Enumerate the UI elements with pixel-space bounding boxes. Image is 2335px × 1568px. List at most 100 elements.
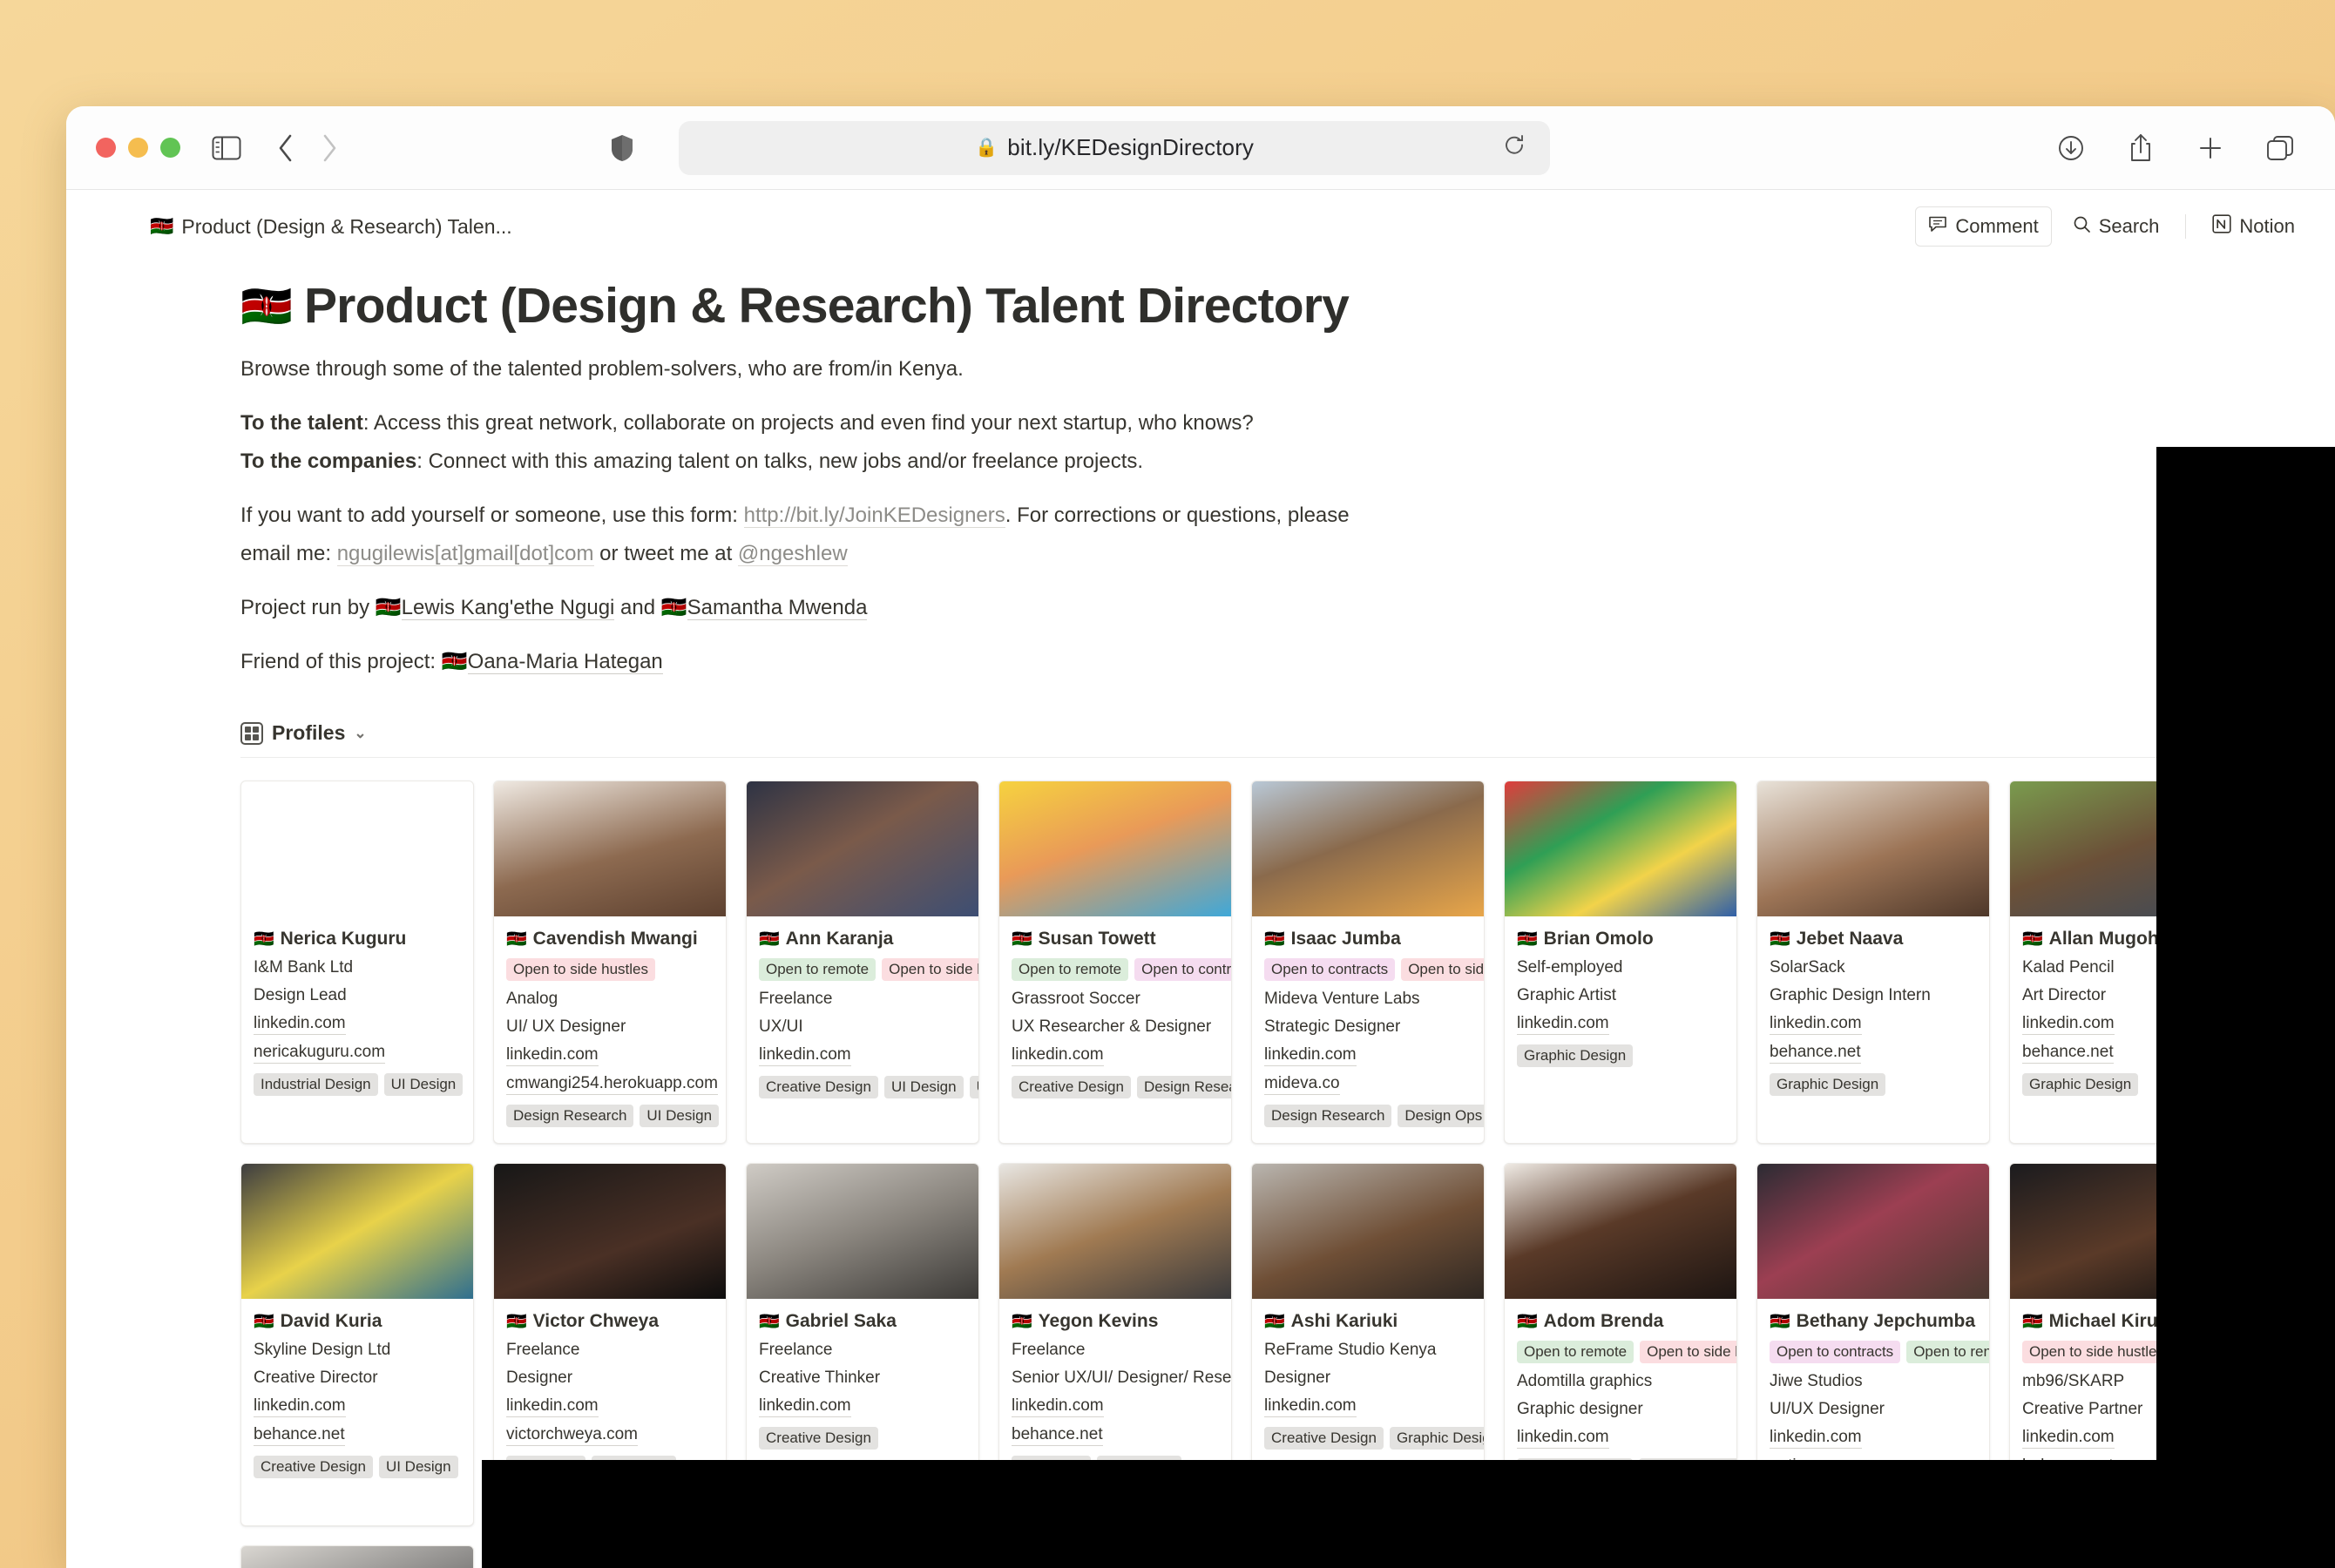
availability-pill: Open to side h: [1640, 1341, 1736, 1363]
reload-icon[interactable]: [1503, 133, 1526, 162]
profile-link[interactable]: linkedin.com: [1264, 1045, 1357, 1066]
email-link[interactable]: ngugilewis[at]gmail[dot]com: [336, 542, 594, 566]
profile-link[interactable]: victorchweya.com: [506, 1425, 638, 1446]
grid-view-icon: [240, 721, 263, 745]
run-by-paragraph: Project run by 🇰🇪Lewis Kang'ethe Ngugi a…: [240, 592, 2248, 624]
profile-company: SolarSack: [1770, 958, 1845, 977]
breadcrumb[interactable]: 🇰🇪 Product (Design & Research) Talen...: [150, 215, 512, 239]
profile-link-row: linkedin.com: [1012, 1045, 1219, 1074]
profile-link[interactable]: linkedin.com: [1770, 1428, 1862, 1449]
kenya-flag-icon: 🇰🇪: [1012, 930, 1032, 949]
profile-name: 🇰🇪 David Kuria: [254, 1311, 461, 1332]
profile-link[interactable]: mideva.co: [1264, 1074, 1340, 1095]
profile-link[interactable]: cmwangi254.herokuapp.com: [506, 1074, 718, 1095]
back-icon[interactable]: [266, 128, 306, 168]
notion-label: Notion: [2239, 215, 2295, 237]
lewis-link[interactable]: Lewis Kang'ethe Ngugi: [401, 596, 615, 620]
page-title: 🇰🇪 Product (Design & Research) Talent Di…: [240, 277, 2248, 335]
availability-pill: Open to contr: [1134, 958, 1231, 981]
profile-card[interactable]: 🇰🇪 David Kuria Skyline Design Ltd Creative …: [240, 1163, 474, 1526]
profile-name-text: Isaac Jumba: [1290, 929, 1401, 949]
notion-button[interactable]: Notion: [2200, 207, 2307, 246]
profile-link[interactable]: nericakuguru.com: [254, 1043, 386, 1064]
address-bar[interactable]: 🔒 bit.ly/KEDesignDirectory: [679, 120, 1550, 175]
profile-card[interactable]: 🇰🇪 Nerica Kuguru I&M Bank Ltd Design Lead li…: [240, 781, 474, 1144]
profile-link-row: linkedin.com: [1264, 1396, 1472, 1425]
profile-link-row: linkedin.com: [1517, 1014, 1724, 1043]
join-form-link[interactable]: http://bit.ly/JoinKEDesigners: [743, 504, 1005, 528]
profile-card[interactable]: 🇰🇪 Susan Towett Open to remote Open to cont…: [998, 781, 1232, 1144]
profile-link[interactable]: linkedin.com: [506, 1045, 599, 1066]
view-tab-profiles[interactable]: Profiles ⌄: [240, 721, 367, 745]
search-button[interactable]: Search: [2061, 208, 2172, 246]
profile-link[interactable]: linkedin.com: [759, 1045, 851, 1066]
profile-link[interactable]: behance.net: [1012, 1425, 1103, 1446]
profile-tags: Industrial Design UI Design: [254, 1073, 464, 1096]
profile-photo: [494, 781, 726, 916]
new-tab-icon[interactable]: [2190, 128, 2230, 168]
email-text-mid: or tweet me at: [593, 542, 738, 565]
profile-link[interactable]: linkedin.com: [759, 1396, 851, 1417]
search-icon: [2073, 215, 2091, 239]
profile-link[interactable]: linkedin.com: [2022, 1014, 2115, 1035]
forward-icon[interactable]: [309, 128, 349, 168]
profile-name-text: Nerica Kuguru: [280, 929, 407, 949]
share-icon[interactable]: [2121, 128, 2161, 168]
kenya-flag-icon: 🇰🇪: [1770, 1313, 1790, 1331]
profile-company: Skyline Design Ltd: [254, 1341, 391, 1359]
profile-link[interactable]: linkedin.com: [1517, 1428, 1609, 1449]
profile-name-text: Cavendish Mwangi: [532, 929, 698, 949]
profile-link[interactable]: behance.net: [254, 1425, 345, 1446]
profile-company: Self-employed: [1517, 958, 1623, 977]
twitter-link[interactable]: @ngeshlew: [737, 542, 848, 566]
profile-link[interactable]: linkedin.com: [254, 1396, 346, 1417]
profile-link[interactable]: behance.net: [1770, 1043, 1861, 1064]
chevron-down-icon[interactable]: ⌄: [354, 725, 366, 742]
comment-button[interactable]: Comment: [1915, 206, 2052, 247]
close-window-button[interactable]: [96, 138, 116, 158]
profile-link[interactable]: linkedin.com: [1012, 1045, 1104, 1066]
profile-card[interactable]: 🇰🇪 Brian Omolo Self-employed Graphic Artist…: [1504, 781, 1737, 1144]
profile-role: Designer: [1264, 1369, 1331, 1387]
profile-card-body: 🇰🇪 Cavendish Mwangi Open to side hustles An…: [494, 916, 726, 1143]
profile-card[interactable]: 🇰🇪 Jebet Naava SolarSack Graphic Design Int…: [1756, 781, 1990, 1144]
profile-card[interactable]: 🇰🇪 Ann Karanja Open to remote Open to side …: [746, 781, 979, 1144]
zoom-window-button[interactable]: [160, 138, 180, 158]
minimize-window-button[interactable]: [128, 138, 148, 158]
profile-name-text: Brian Omolo: [1543, 929, 1654, 949]
profile-tag: Creative Design: [254, 1456, 373, 1478]
traffic-lights[interactable]: [96, 138, 180, 158]
profile-card[interactable]: 🇰🇪 Cavendish Mwangi Open to side hustles An…: [493, 781, 727, 1144]
kenya-flag-icon: 🇰🇪: [1517, 1313, 1538, 1331]
profile-photo: [1505, 1164, 1736, 1299]
profile-link[interactable]: linkedin.com: [1012, 1396, 1104, 1417]
kenya-flag-icon: 🇰🇪: [1517, 930, 1538, 949]
availability-pill: Open to contracts: [1770, 1341, 1901, 1363]
profile-card[interactable]: 🇰🇪 Isaac Jumba Open to contracts Open to si…: [1251, 781, 1485, 1144]
profile-tag: U: [969, 1076, 978, 1098]
profile-link[interactable]: linkedin.com: [1264, 1396, 1357, 1417]
downloads-icon[interactable]: [2051, 128, 2091, 168]
sidebar-icon[interactable]: [206, 128, 247, 168]
tab-overview-icon[interactable]: [2260, 128, 2300, 168]
profile-card[interactable]: [240, 1545, 474, 1568]
profile-name-text: Susan Towett: [1038, 929, 1156, 949]
profile-tags: Creative Design Graphic Desig: [1264, 1427, 1484, 1450]
profile-link[interactable]: linkedin.com: [1770, 1014, 1862, 1035]
profile-name: 🇰🇪 Brian Omolo: [1517, 929, 1724, 950]
profile-link-row: linkedin.com: [1012, 1396, 1219, 1425]
profile-card-body: 🇰🇪 Jebet Naava SolarSack Graphic Design Int…: [1757, 916, 1989, 1112]
profile-link[interactable]: linkedin.com: [1517, 1014, 1609, 1035]
shield-icon[interactable]: [602, 128, 642, 168]
profile-link[interactable]: linkedin.com: [254, 1014, 346, 1035]
notion-logo-icon: [2212, 214, 2232, 239]
kenya-flag-icon: 🇰🇪: [1012, 1313, 1032, 1331]
profile-link[interactable]: linkedin.com: [506, 1396, 599, 1417]
samantha-link[interactable]: Samantha Mwenda: [687, 596, 868, 620]
oana-link[interactable]: Oana-Maria Hategan: [467, 650, 663, 674]
run-by-pre: Project run by: [240, 596, 376, 619]
kenya-flag-icon: 🇰🇪: [1770, 930, 1790, 949]
profile-link[interactable]: linkedin.com: [2022, 1428, 2115, 1449]
page-subtitle: Browse through some of the talented prob…: [240, 357, 964, 381]
profile-link[interactable]: behance.net: [2022, 1043, 2114, 1064]
